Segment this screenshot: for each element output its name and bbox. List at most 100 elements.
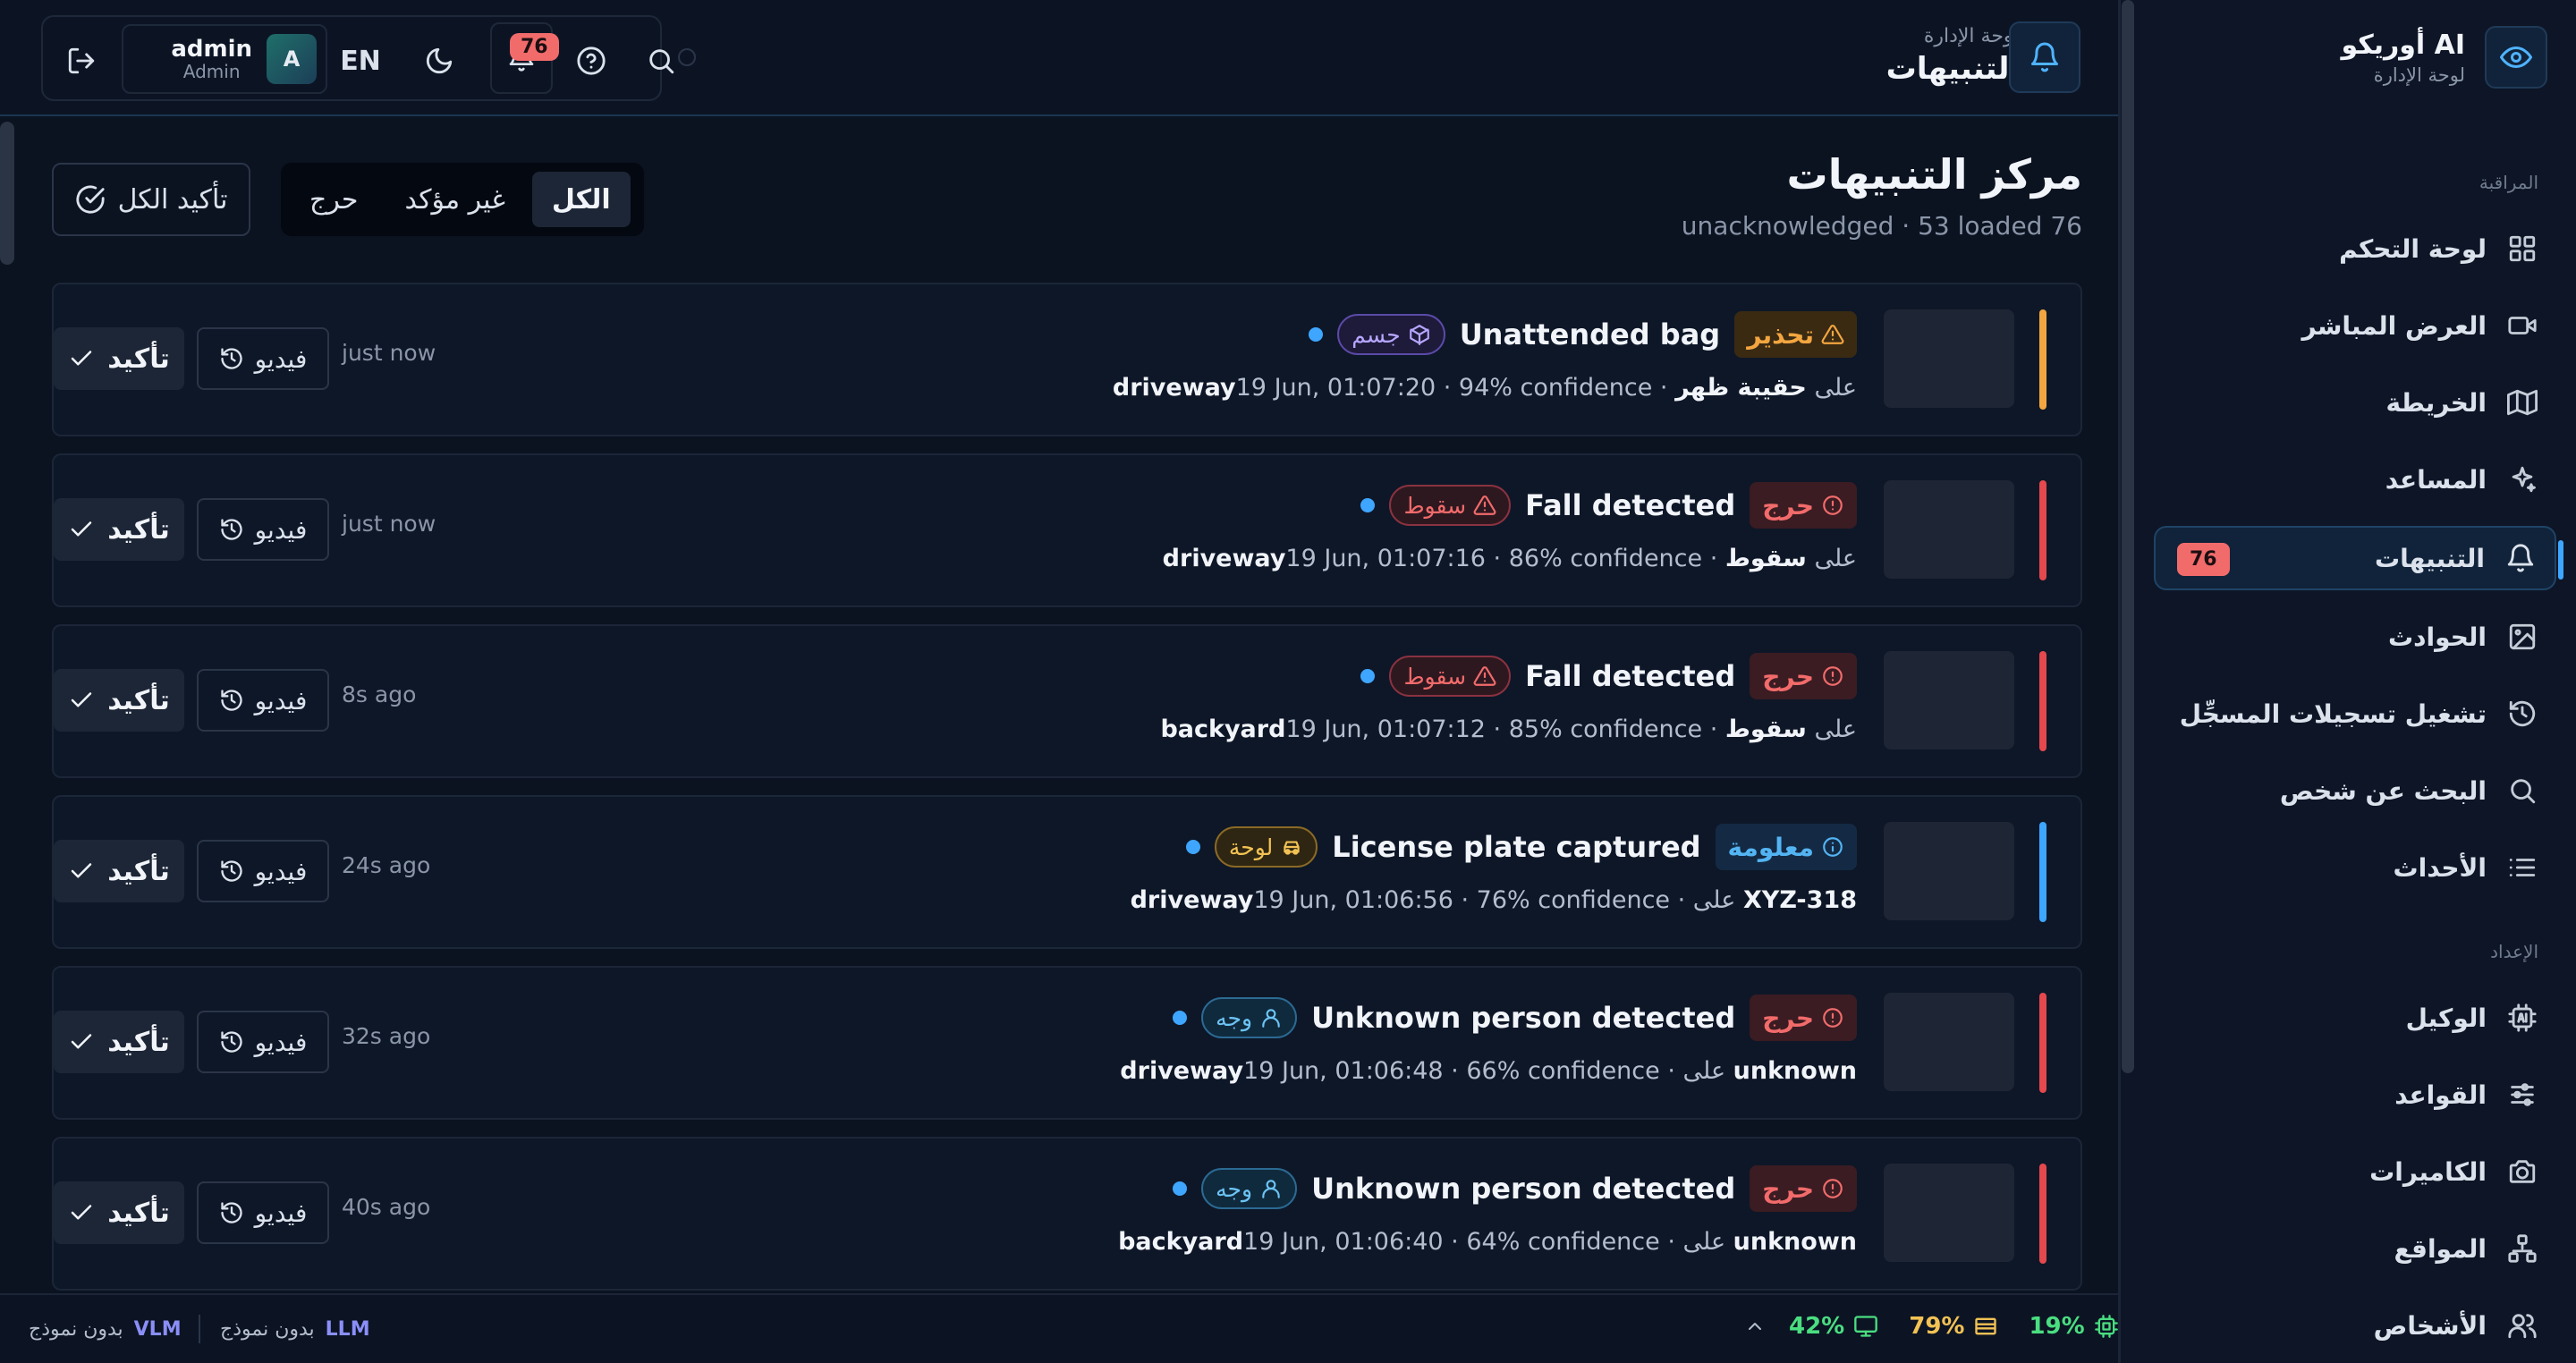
sidebar-item-grid[interactable]: لوحة التحكم [2154,216,2538,281]
llm-tag: LLM [325,1318,370,1341]
sidebar-item-search[interactable]: البحث عن شخص [2154,758,2538,823]
type-badge: جسم [1337,314,1445,355]
alert-details: 19 Jun, 01:07:20 · 94% confidence · [1235,374,1676,402]
video-button[interactable]: فيديو [197,327,329,390]
type-label: سقوط [1403,492,1467,519]
alert-circle-icon [1823,1008,1843,1028]
eye-icon[interactable] [2485,26,2547,89]
memory-value: 79% [1909,1313,1965,1340]
alert-card[interactable]: حرج Unknown person detected وجه driveway… [52,966,2082,1120]
sidebar-item-users[interactable]: الأشخاص [2154,1293,2538,1358]
filter-all[interactable]: الكل [531,172,631,227]
filter-tabs: حرج غير مؤكد الكل [281,163,644,236]
alert-details: 19 Jun, 01:06:56 · 76% confidence · [1253,886,1693,914]
sidebar-item-bell[interactable]: 76 التنبيهات [2154,526,2563,590]
page-title: مركز التنبيهات [1786,150,2083,199]
status-footer: بدون نموذج VLM بدون نموذج LLM 42% 79% 19… [0,1293,2118,1363]
alert-card[interactable]: حرج Fall detected سقوط driveway19 Jun, 0… [52,453,2082,607]
check-icon [71,692,92,707]
main-scrollbar[interactable] [2122,0,2134,1073]
video-label: فيديو [254,1198,308,1228]
alert-subject: unknown [1733,1228,1857,1256]
logout-icon[interactable] [50,30,113,92]
alert-thumbnail[interactable] [1884,1164,2014,1262]
user-menu[interactable]: admin Admin A [122,24,327,94]
severity-label: حرج [1762,661,1814,691]
moon-icon[interactable] [408,30,470,92]
alert-subject: حقيبة ظهر [1675,374,1807,402]
header-bell-icon[interactable] [2009,21,2080,93]
acknowledge-label: تأكيد [107,1197,170,1229]
help-icon[interactable] [560,30,623,92]
alert-card[interactable]: معلومة License plate captured لوحة drive… [52,795,2082,949]
severity-label: حرج [1762,1003,1814,1033]
alert-time: 40s ago [342,1194,431,1220]
acknowledge-button[interactable]: تأكيد [54,1181,184,1244]
video-label: فيديو [254,685,308,715]
sidebar-badge: 76 [2177,543,2230,576]
video-button[interactable]: فيديو [197,840,329,902]
system-stats[interactable]: 42% 79% 19% [1744,1313,2119,1340]
acknowledge-button[interactable]: تأكيد [54,669,184,732]
content-scrollbar[interactable] [0,122,14,265]
sidebar-item-label: الكاميرات [2369,1156,2487,1187]
sidebar-item-label: القواعد [2394,1079,2487,1110]
acknowledge-button[interactable]: تأكيد [54,840,184,902]
alert-title: License plate captured [1332,830,1701,864]
video-button[interactable]: فيديو [197,498,329,561]
alert-thumbnail[interactable] [1884,822,2014,920]
vlm-tag: VLM [133,1318,182,1341]
filter-unacknowledged[interactable]: غير مؤكد [385,172,524,227]
acknowledge-button[interactable]: تأكيد [54,327,184,390]
severity-bar [2039,1164,2046,1264]
sidebar-item-camera[interactable]: الكاميرات [2154,1139,2538,1204]
video-button[interactable]: فيديو [197,1181,329,1244]
acknowledge-button[interactable]: تأكيد [54,498,184,561]
user-icon [1262,1180,1280,1198]
alert-on: على [1692,886,1736,914]
gpu-stat: 42% [1789,1313,1878,1340]
brand-name: أوريكو AI [2341,29,2465,61]
alert-thumbnail[interactable] [1884,993,2014,1091]
acknowledge-all-button[interactable]: تأكيد الكل [52,163,250,236]
alert-subject: XYZ-318 [1742,886,1857,914]
language-toggle[interactable]: EN [329,30,392,92]
sidebar-item-label: تشغيل تسجيلات المسجِّل [2179,698,2487,729]
alert-time: just now [342,340,436,366]
alert-card[interactable]: حرج Unknown person detected وجه backyard… [52,1137,2082,1291]
sidebar-item-image[interactable]: الحوادث [2154,605,2538,669]
alert-details: 19 Jun, 01:06:48 · 66% confidence · [1243,1057,1683,1085]
video-button[interactable]: فيديو [197,1011,329,1073]
image-icon [2509,623,2536,650]
sidebar-item-map[interactable]: الخريطة [2154,370,2538,435]
filter-critical[interactable]: حرج [290,172,377,227]
alert-title: Unattended bag [1459,317,1721,351]
sidebar-item-history[interactable]: تشغيل تسجيلات المسجِّل [2154,682,2538,746]
history-icon [2509,700,2536,727]
sidebar-item-sliders[interactable]: القواعد [2154,1062,2538,1127]
alert-card[interactable]: تحذير Unattended bag جسم driveway19 Jun,… [52,283,2082,436]
video-button[interactable]: فيديو [197,669,329,732]
sidebar-item-label: العرض المباشر [2301,310,2487,341]
vlm-status: بدون نموذج VLM [29,1318,182,1341]
header-title: التنبيهات [1885,51,2020,87]
sidebar-item-list[interactable]: الأحداث [2154,835,2538,900]
alert-location: backyard [1160,715,1286,743]
sidebar-item-label: الحوادث [2388,622,2487,652]
monitor-icon [1854,1316,1878,1337]
sidebar-item-ai-chip[interactable]: الوكيل [2154,986,2538,1050]
cpu-icon [2094,1315,2118,1338]
footer-divider [199,1315,200,1343]
alert-thumbnail[interactable] [1884,480,2014,579]
sidebar-item-label: المواقع [2394,1233,2487,1264]
alert-thumbnail[interactable] [1884,309,2014,408]
sidebar-item-network[interactable]: المواقع [2154,1216,2538,1281]
acknowledge-button[interactable]: تأكيد [54,1011,184,1073]
severity-bar [2039,651,2046,751]
alert-thumbnail[interactable] [1884,651,2014,749]
alert-card[interactable]: حرج Fall detected سقوط backyard19 Jun, 0… [52,624,2082,778]
video-label: فيديو [254,343,308,374]
sidebar-item-sparkle[interactable]: المساعد [2154,447,2538,512]
chevron-up-icon[interactable] [1744,1316,1766,1337]
sidebar-item-video[interactable]: العرض المباشر [2154,293,2538,358]
